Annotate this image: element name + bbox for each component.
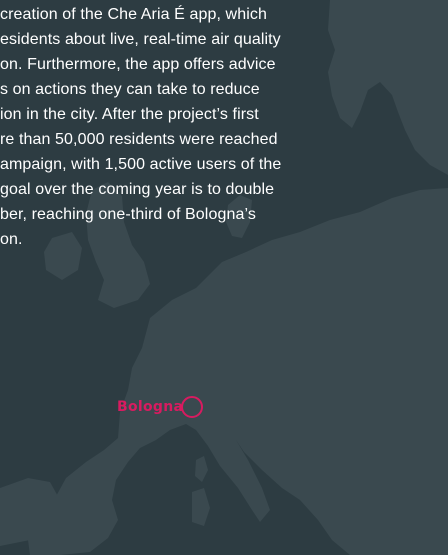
paragraph-line: ber, reaching one-third of Bologna’s	[0, 206, 256, 223]
sardinia-landmass	[192, 488, 210, 526]
paragraph-line: s on actions they can take to reduce	[0, 81, 260, 98]
paragraph-line: goal over the coming year is to double	[0, 181, 275, 198]
paragraph-line: on. Furthermore, the app offers advice	[0, 56, 276, 73]
paragraph-line: on.	[0, 231, 23, 248]
article-paragraph: creation of the Che Aria É app, which es…	[0, 2, 448, 252]
corsica-landmass	[195, 456, 208, 482]
paragraph-line: creation of the Che Aria É app, which	[0, 6, 267, 23]
city-marker-circle-icon[interactable]	[181, 396, 203, 418]
city-label-bologna: Bologna	[117, 399, 184, 415]
paragraph-line: esidents about live, real-time air quali…	[0, 31, 281, 48]
paragraph-line: ion in the city. After the project’s fir…	[0, 106, 259, 123]
paragraph-line: re than 50,000 residents were reached	[0, 131, 278, 148]
paragraph-line: ampaign, with 1,500 active users of the	[0, 156, 282, 173]
